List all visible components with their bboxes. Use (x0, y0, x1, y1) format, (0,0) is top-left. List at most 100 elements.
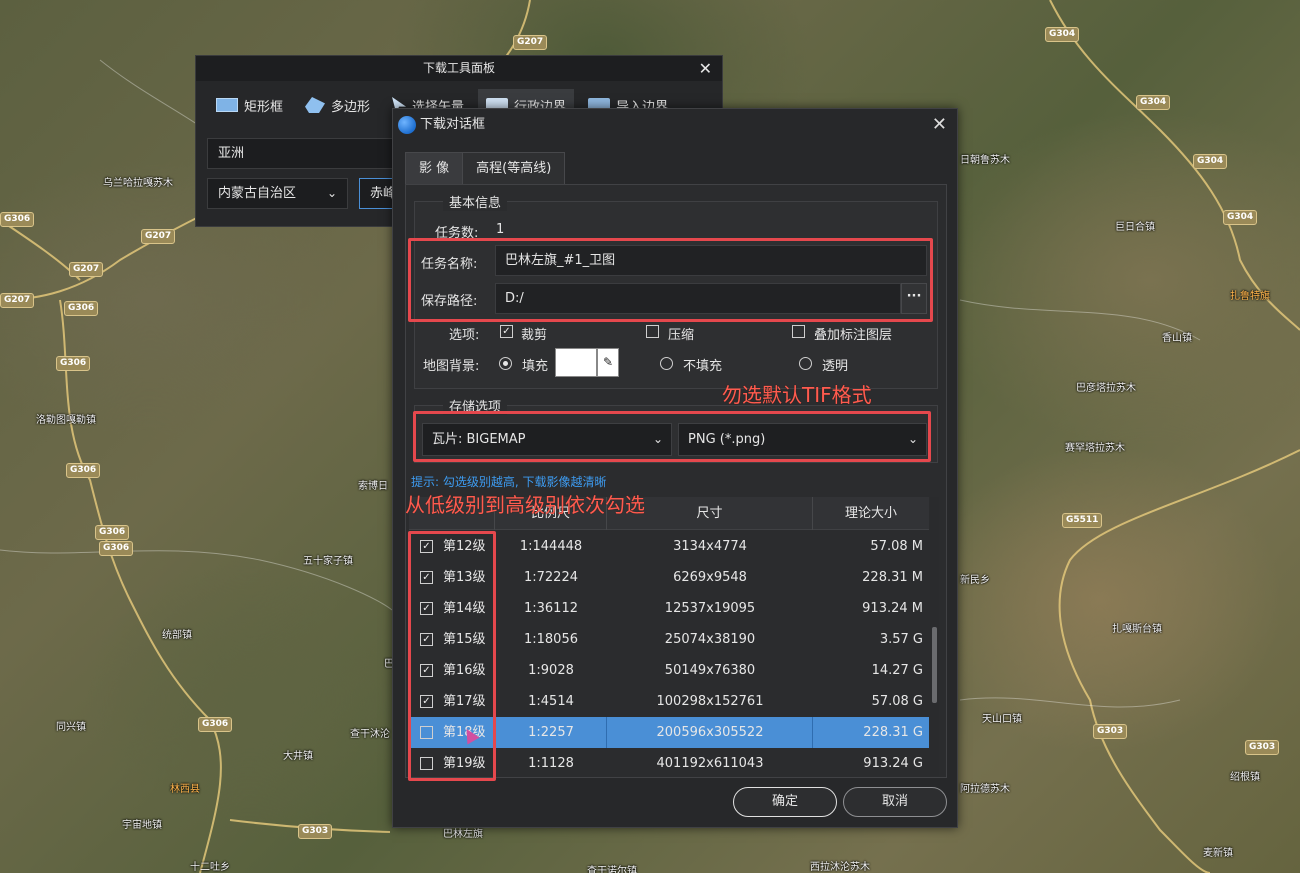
cell-size: 25074x38190 (664, 632, 756, 647)
tool-label: 多边形 (331, 99, 371, 115)
road-badge: G306 (95, 525, 130, 540)
map-place-label: 天山口镇 (982, 714, 1022, 725)
fill-label: 填充 (522, 359, 549, 374)
crop-checkbox[interactable]: ✓ (500, 325, 513, 338)
map-place-label: 巨日合镇 (1115, 222, 1155, 233)
crop-label: 裁剪 (521, 328, 548, 343)
map-place-label: 五十家子镇 (303, 556, 353, 567)
cancel-button[interactable]: 取消 (843, 787, 947, 817)
map-place-label: 新民乡 (960, 575, 990, 586)
fill-color-swatch[interactable] (555, 348, 597, 377)
level-checkbox-highlight (408, 531, 496, 781)
region-value: 亚洲 (218, 146, 245, 161)
road-badge: G303 (1245, 740, 1280, 755)
cell-filesize: 57.08 G (871, 694, 923, 709)
cell-scale: 1:1128 (528, 756, 574, 771)
cell-scale: 1:9028 (528, 663, 574, 678)
cell-filesize: 228.31 M (862, 570, 923, 585)
scrollbar-thumb[interactable] (932, 627, 937, 703)
basic-info-title: 基本信息 (443, 192, 508, 211)
road-badge: G207 (0, 293, 35, 308)
map-place-label: 乌兰哈拉嘎苏木 (103, 178, 173, 189)
road-badge: G303 (1093, 724, 1128, 739)
options-label: 选项: (449, 328, 480, 343)
tif-format-annotation: 勿选默认TIF格式 (722, 383, 872, 407)
no-fill-radio[interactable] (660, 357, 673, 370)
cell-size: 100298x152761 (656, 694, 764, 709)
cell-scale: 1:36112 (523, 601, 578, 616)
map-place-label: 日朝鲁苏木 (960, 155, 1010, 166)
map-place-label: 统部镇 (162, 630, 192, 641)
toolbox-title: 下载工具面板 (422, 61, 495, 75)
task-info-highlight (408, 238, 933, 322)
rectangle-tool-button[interactable]: 矩形框 (208, 89, 291, 121)
rectangle-icon (216, 98, 238, 112)
road-badge: G5511 (1062, 513, 1103, 528)
ok-button[interactable]: 确定 (733, 787, 837, 817)
compress-checkbox[interactable] (646, 325, 659, 338)
map-place-label: 香山镇 (1162, 333, 1192, 344)
map-place-label: 绍根镇 (1230, 772, 1260, 783)
map-place-label: 扎鲁特旗 (1230, 291, 1270, 302)
road-badge: G306 (99, 541, 134, 556)
map-place-label: 宇宙地镇 (122, 820, 162, 831)
dialog-title: 下载对话框 (420, 117, 486, 132)
cell-size: 12537x19095 (664, 601, 756, 616)
cell-scale: 1:4514 (528, 694, 574, 709)
table-scrollbar[interactable] (930, 497, 939, 776)
map-place-label: 赛罕塔拉苏木 (1065, 443, 1125, 454)
region-field[interactable]: 亚洲 (207, 138, 407, 169)
dialog-titlebar[interactable]: 下载对话框 ✕ (393, 109, 957, 141)
overlay-labels-label: 叠加标注图层 (814, 328, 893, 343)
cell-filesize: 228.31 G (863, 725, 923, 740)
map-place-label: 林西县 (170, 784, 200, 795)
road-badge: G306 (56, 356, 91, 371)
province-select[interactable]: 内蒙古自治区 ⌄ (207, 178, 348, 209)
cell-filesize: 57.08 M (870, 539, 923, 554)
cell-size: 200596x305522 (656, 725, 764, 740)
tab-elevation[interactable]: 高程(等高线) (462, 152, 566, 184)
cell-filesize: 3.57 G (879, 632, 923, 647)
road-badge: G306 (198, 717, 233, 732)
map-place-label: 麦新镇 (1203, 848, 1233, 859)
map-place-label: 十二吐乡 (190, 862, 230, 873)
compress-label: 压缩 (668, 328, 695, 343)
cell-scale: 1:144448 (519, 539, 583, 554)
close-icon[interactable]: ✕ (699, 56, 712, 81)
fill-radio[interactable] (499, 357, 512, 370)
map-place-label: 查干诺尔镇 (587, 866, 637, 873)
map-background-label: 地图背景: (423, 359, 480, 374)
toolbox-titlebar[interactable]: 下载工具面板 ✕ (196, 56, 722, 81)
close-icon[interactable]: ✕ (932, 109, 947, 141)
tool-label: 矩形框 (244, 99, 284, 115)
polygon-tool-button[interactable]: 多边形 (297, 89, 378, 121)
overlay-labels-checkbox[interactable] (792, 325, 805, 338)
road-badge: G306 (0, 212, 35, 227)
map-place-label: 同兴镇 (56, 722, 86, 733)
road-badge: G306 (64, 301, 99, 316)
road-badge: G306 (66, 463, 101, 478)
map-place-label: 大井镇 (283, 751, 313, 762)
app-logo-icon (398, 116, 416, 134)
tab-imagery[interactable]: 影 像 (405, 152, 464, 184)
cell-size: 401192x611043 (656, 756, 764, 771)
cell-scale: 1:18056 (523, 632, 578, 647)
storage-format-highlight (413, 411, 931, 462)
map-place-label: 巴彦塔拉苏木 (1076, 383, 1136, 394)
dialog-tabs: 影 像 高程(等高线) (405, 152, 566, 184)
cell-filesize: 14.27 G (871, 663, 923, 678)
cell-size: 3134x4774 (673, 539, 747, 554)
level-order-annotation: 从低级别到高级别依次勾选 (405, 493, 645, 517)
road-badge: G304 (1223, 210, 1258, 225)
map-place-label: 查干沐沦 (350, 729, 390, 740)
eyedropper-icon[interactable]: ✎ (597, 348, 619, 377)
road-badge: G304 (1136, 95, 1171, 110)
cell-size: 6269x9548 (673, 570, 747, 585)
map-place-label: 索博日 (358, 481, 388, 492)
map-place-label: 扎嘎斯台镇 (1112, 624, 1162, 635)
map-place-label: 阿拉德苏木 (960, 784, 1010, 795)
column-header-filesize[interactable]: 理论大小 (813, 497, 929, 530)
no-fill-label: 不填充 (683, 359, 723, 374)
cell-filesize: 913.24 M (862, 601, 923, 616)
transparent-radio[interactable] (799, 357, 812, 370)
